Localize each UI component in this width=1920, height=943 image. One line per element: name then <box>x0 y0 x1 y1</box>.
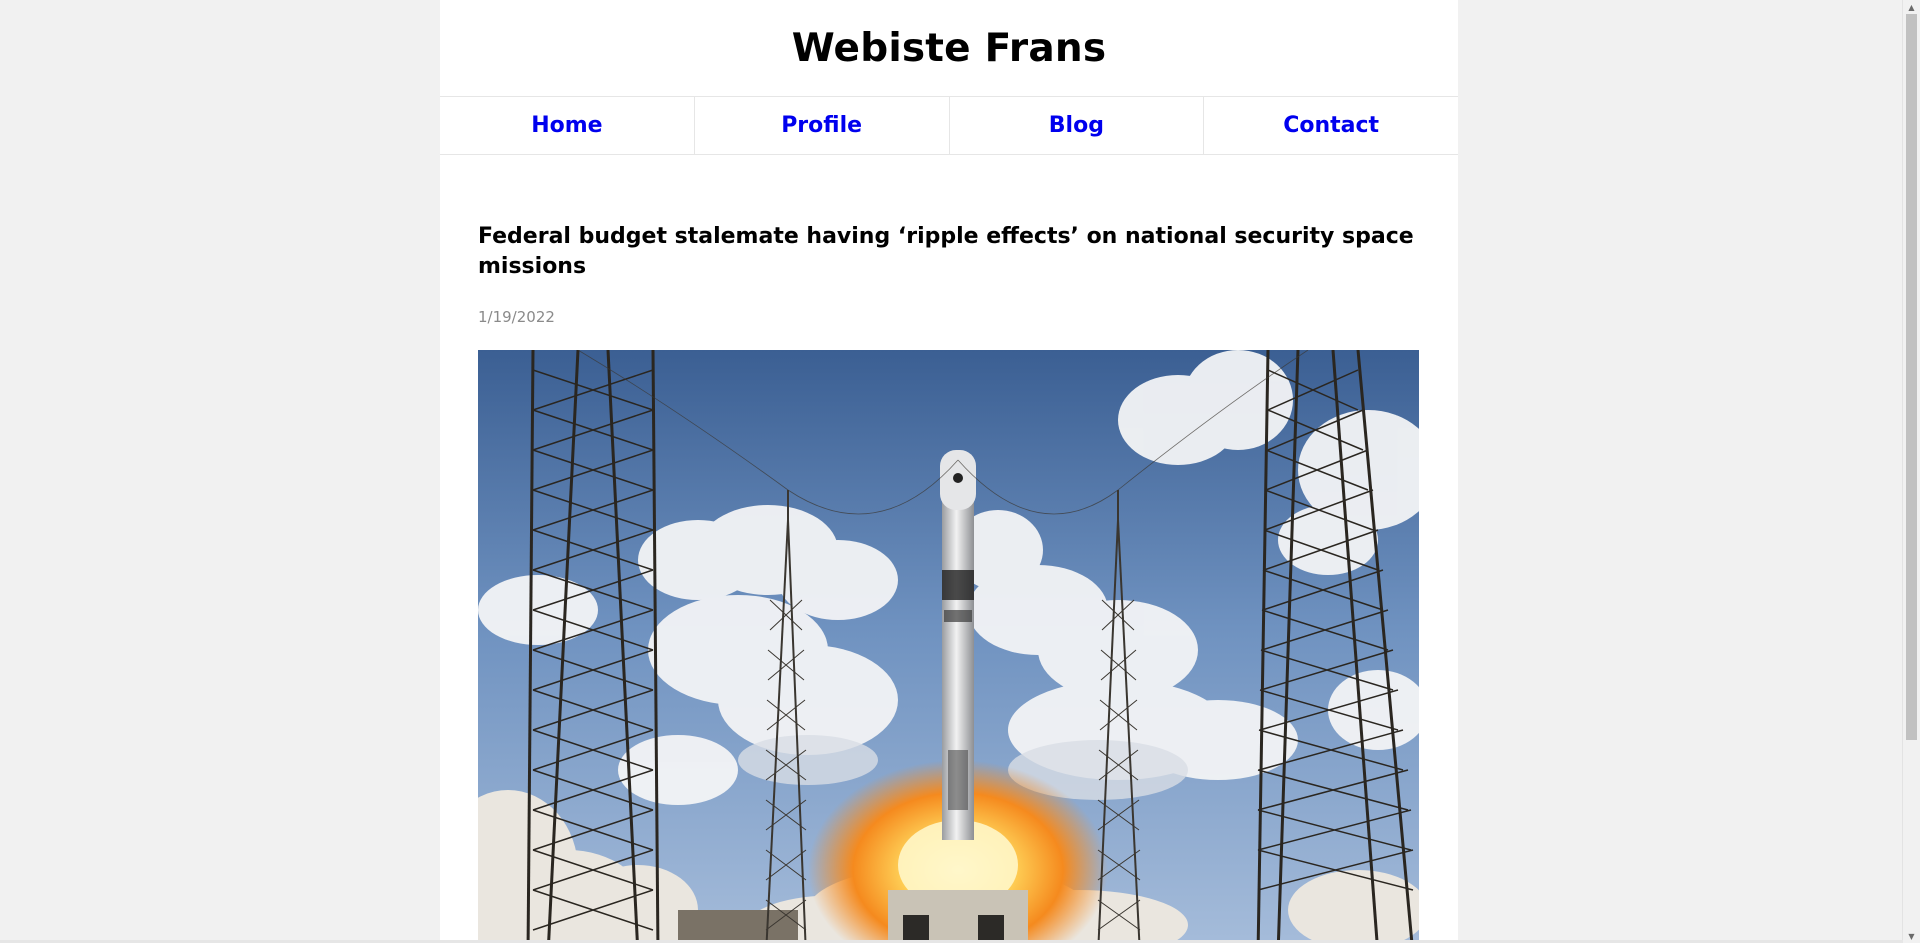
rocket-launch-photo <box>478 350 1419 943</box>
vertical-scrollbar[interactable]: ▲ ▼ <box>1902 0 1920 943</box>
nav-item-home[interactable]: Home <box>440 97 695 154</box>
page-container: Webiste Frans Home Profile Blog Contact … <box>440 0 1458 943</box>
scroll-up-icon[interactable]: ▲ <box>1903 0 1920 14</box>
post-date: 1/19/2022 <box>478 308 555 326</box>
post-title: Federal budget stalemate having ‘ripple … <box>478 224 1414 279</box>
post-image <box>478 350 1419 943</box>
scroll-thumb[interactable] <box>1906 14 1917 740</box>
main-nav: Home Profile Blog Contact <box>440 97 1458 155</box>
nav-item-blog[interactable]: Blog <box>950 97 1205 154</box>
scroll-down-icon[interactable]: ▼ <box>1903 929 1920 943</box>
blog-post: Federal budget stalemate having ‘ripple … <box>440 222 1458 943</box>
site-title: Webiste Frans <box>791 25 1107 71</box>
nav-item-profile[interactable]: Profile <box>695 97 950 154</box>
site-header: Webiste Frans <box>440 0 1458 97</box>
nav-item-contact[interactable]: Contact <box>1204 97 1458 154</box>
browser-viewport: Webiste Frans Home Profile Blog Contact … <box>0 0 1920 943</box>
